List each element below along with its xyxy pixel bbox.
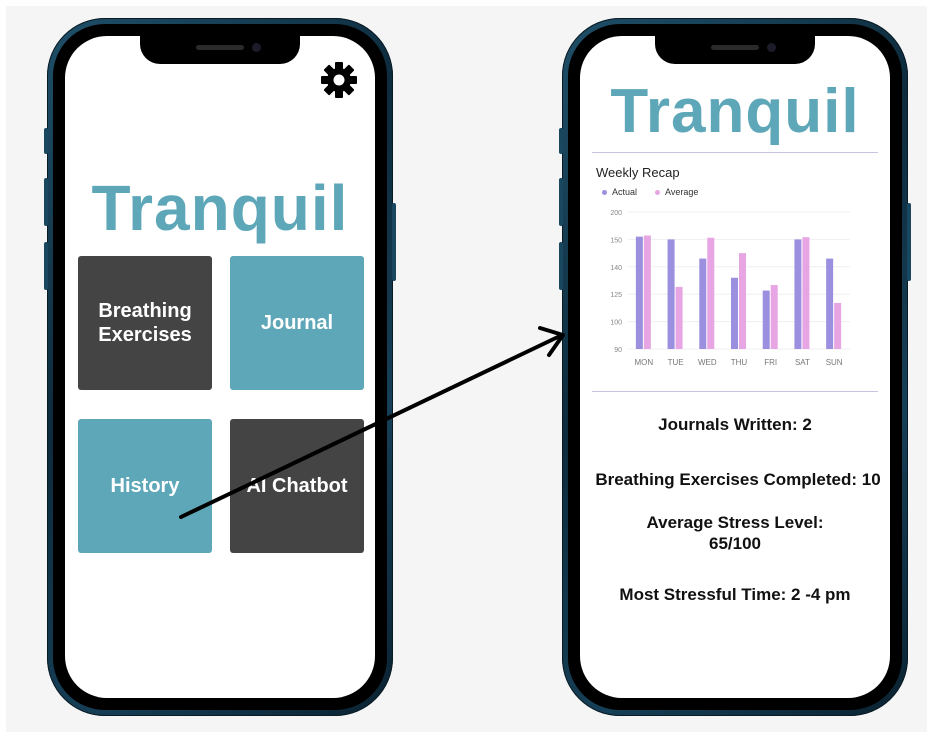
breathing-exercises-button[interactable]: Breathing Exercises <box>78 256 212 390</box>
y-tick-label: 140 <box>610 265 622 272</box>
y-tick-label: 100 <box>610 320 622 327</box>
bar-average-sun <box>834 302 842 349</box>
x-tick-label: SUN <box>826 358 843 367</box>
y-tick-label: 125 <box>610 292 622 299</box>
stress-level-label: Average Stress Level: <box>646 513 824 532</box>
bar-actual-tue <box>667 239 675 349</box>
journal-label: Journal <box>260 312 334 334</box>
bar-average-tue <box>675 286 683 349</box>
x-tick-label: WED <box>698 358 717 367</box>
x-tick-label: SAT <box>795 358 810 367</box>
divider <box>592 152 878 153</box>
phone-frame-home: Tranquil Breathing Exercises Journal His… <box>44 18 396 716</box>
notch <box>140 36 300 64</box>
breathing-completed-stat: Breathing Exercises Completed: 10 <box>595 470 881 489</box>
bar-actual-sat <box>794 239 802 349</box>
bar-actual-fri <box>762 290 770 349</box>
bar-actual-mon <box>635 236 643 349</box>
bar-actual-thu <box>731 277 738 349</box>
ai-chatbot-button[interactable]: AI Chatbot <box>230 419 364 553</box>
x-tick-label: MON <box>635 358 654 367</box>
bar-average-sat <box>802 237 810 349</box>
legend-label: Average <box>665 187 699 197</box>
y-tick-label: 150 <box>610 237 622 244</box>
history-button[interactable]: History <box>78 419 212 553</box>
legend-average: Average <box>655 187 698 197</box>
bar-average-fri <box>770 285 778 349</box>
stress-level-value: 65/100 <box>709 534 761 553</box>
x-tick-label: FRI <box>764 358 777 367</box>
x-tick-label: THU <box>731 358 748 367</box>
bar-average-mon <box>643 235 651 349</box>
most-stressful-time-stat: Most Stressful Time: 2 -4 pm <box>619 585 851 604</box>
home-screen: Tranquil Breathing Exercises Journal His… <box>65 36 375 698</box>
history-label: History <box>110 475 180 497</box>
gear-icon[interactable] <box>319 60 359 100</box>
app-title: Tranquil <box>610 77 860 146</box>
journals-written-stat: Journals Written: 2 <box>658 415 812 434</box>
divider <box>592 391 878 392</box>
ai-chatbot-label: AI Chatbot <box>246 475 348 497</box>
weekly-recap-chart: 90 100 125 140 150 200 MON TUE WED THU FRI SAT SUN <box>610 210 850 367</box>
bar-actual-wed <box>699 258 707 349</box>
app-title: Tranquil <box>91 172 349 244</box>
x-tick-label: TUE <box>668 358 684 367</box>
bar-actual-sun <box>826 258 834 349</box>
chart-legend: Actual Average <box>602 187 698 197</box>
history-screen: Tranquil Weekly Recap Actual Average 90 1… <box>580 36 890 698</box>
journal-button[interactable]: Journal <box>230 256 364 390</box>
y-tick-label: 90 <box>614 347 622 354</box>
notch <box>655 36 815 64</box>
chart-title: Weekly Recap <box>596 165 680 180</box>
bar-average-wed <box>707 237 715 349</box>
y-tick-label: 200 <box>610 210 622 217</box>
legend-actual: Actual <box>602 187 637 197</box>
legend-label: Actual <box>612 187 638 197</box>
phone-frame-history: Tranquil Weekly Recap Actual Average 90 1… <box>559 18 911 716</box>
breathing-exercises-label: Breathing Exercises <box>98 300 192 346</box>
bar-average-thu <box>739 253 746 349</box>
